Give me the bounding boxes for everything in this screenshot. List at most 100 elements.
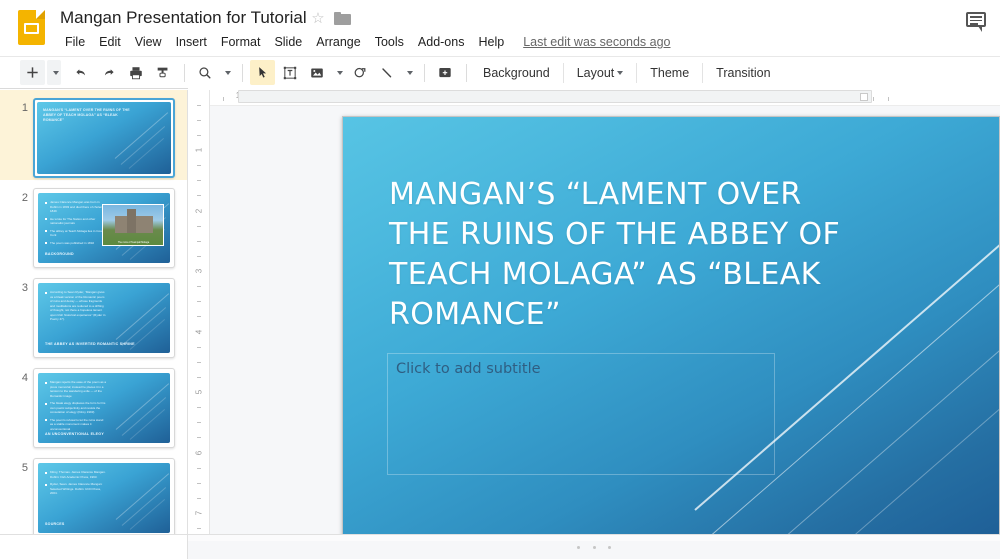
chevron-down-icon <box>617 70 624 75</box>
ruler-tick <box>197 301 201 303</box>
zoom-dropdown[interactable] <box>219 60 233 85</box>
subtitle-placeholder-text: Click to add subtitle <box>396 361 541 377</box>
speaker-notes-grip[interactable] <box>577 543 611 551</box>
thumbnail-bullet: He wrote for The Nation and other nation… <box>45 217 107 226</box>
filmstrip-slide-5[interactable]: 5 Kilroy, Thomas. James Clarence Mangan. … <box>0 450 187 540</box>
slide-filmstrip[interactable]: 1 MANGAN'S “LAMENT OVER THE RUINS OF THE … <box>0 90 188 559</box>
new-slide-dropdown[interactable] <box>47 60 61 85</box>
ruler-tick <box>197 407 201 409</box>
ruler-tick <box>197 240 201 242</box>
ruler-tick <box>873 97 875 101</box>
menu-item-help[interactable]: Help <box>471 33 511 51</box>
comment-icon[interactable] <box>966 12 988 32</box>
insert-image-dropdown[interactable] <box>331 60 345 85</box>
thumbnail-bullet: Kilroy, Thomas. James Clarence Mangan. D… <box>45 470 107 479</box>
undo-button[interactable] <box>69 60 94 85</box>
thumbnail-photo-caption: The ruins of Teampall Molaga <box>117 241 150 244</box>
chevron-down-icon <box>336 70 343 75</box>
redo-button[interactable] <box>96 60 121 85</box>
chevron-down-icon <box>406 70 413 75</box>
slide-thumbnail[interactable]: MANGAN'S “LAMENT OVER THE RUINS OF THE A… <box>33 98 175 178</box>
subtitle-placeholder-box[interactable]: Click to add subtitle <box>387 353 775 475</box>
thumbnail-bullet-list: Mangan rejects the ease of the poem as a… <box>45 380 107 434</box>
toolbar: Background Layout Theme Transition <box>0 56 1000 89</box>
filmstrip-slide-4[interactable]: 4 Mangan rejects the ease of the poem as … <box>0 360 187 450</box>
ruler-tick <box>888 97 890 101</box>
menu-item-view[interactable]: View <box>128 33 169 51</box>
menu-item-insert[interactable]: Insert <box>169 33 214 51</box>
paint-format-button[interactable] <box>150 60 175 85</box>
menu-item-edit[interactable]: Edit <box>92 33 128 51</box>
document-title[interactable]: Mangan Presentation for Tutorial <box>60 6 307 30</box>
menu-item-addons[interactable]: Add-ons <box>411 33 472 51</box>
toolbar-divider <box>242 63 243 82</box>
theme-button[interactable]: Theme <box>641 62 698 84</box>
menu-item-file[interactable]: File <box>58 33 92 51</box>
thumbnail-bullet-list: James Clarence Mangan was born in Dublin… <box>45 200 107 248</box>
background-button[interactable]: Background <box>474 62 559 84</box>
slide-thumbnail[interactable]: James Clarence Mangan was born in Dublin… <box>33 188 175 268</box>
add-comment-button[interactable] <box>432 60 457 85</box>
ruler-tick <box>197 104 201 106</box>
current-slide[interactable]: MANGAN’S “LAMENT OVER THE RUINS OF THE AB… <box>342 116 1000 534</box>
chevron-down-icon <box>224 70 231 75</box>
folder-icon[interactable] <box>334 12 351 25</box>
menu-item-slide[interactable]: Slide <box>267 33 309 51</box>
print-button[interactable] <box>123 60 148 85</box>
thumbnail-section-label: BACKGROUND <box>45 252 74 256</box>
bottom-bar <box>188 534 1000 559</box>
filmstrip-footer <box>0 534 188 559</box>
slide-thumbnail[interactable]: According to Sean Ryder, “Mangan gives u… <box>33 278 175 358</box>
slide-number: 2 <box>21 192 28 204</box>
thumbnail-section-label: THE ABBEY AS INVERTED ROMANTIC SHRINE <box>45 342 135 346</box>
thumbnail-title: MANGAN'S “LAMENT OVER THE RUINS OF THE A… <box>43 108 130 123</box>
last-edit-link[interactable]: Last edit was seconds ago <box>523 35 670 49</box>
slide-title-text[interactable]: MANGAN’S “LAMENT OVER THE RUINS OF THE AB… <box>389 175 867 335</box>
text-box-button[interactable] <box>277 60 302 85</box>
insert-image-button[interactable] <box>304 60 329 85</box>
slide-title-line: ROMANCE” <box>389 297 561 332</box>
toolbar-divider <box>702 62 704 83</box>
slide-canvas: MANGAN’S “LAMENT OVER THE RUINS OF THE AB… <box>210 106 1000 534</box>
toolbar-divider <box>636 62 638 83</box>
thumbnail-streak <box>115 293 170 340</box>
slide-title-line: THE RUINS OF THE ABBEY OF <box>389 217 841 252</box>
line-button[interactable] <box>374 60 399 85</box>
ruler-tick <box>197 195 201 197</box>
slide-number: 4 <box>21 372 28 384</box>
thumbnail-streak <box>115 473 170 520</box>
star-outline-icon[interactable]: ☆ <box>310 11 326 27</box>
transition-button[interactable]: Transition <box>707 62 779 84</box>
menu-item-arrange[interactable]: Arrange <box>309 33 367 51</box>
ruler-handle[interactable] <box>860 93 868 101</box>
new-slide-button[interactable] <box>20 60 45 85</box>
thumbnail-section-label: AN UNCONVENTIONAL ELEGY <box>45 432 104 436</box>
slide-thumbnail[interactable]: Kilroy, Thomas. James Clarence Mangan. D… <box>33 458 175 538</box>
thumbnail-photo-abbey-ruins: The ruins of Teampall Molaga <box>102 204 164 246</box>
ruler-tick <box>197 497 201 499</box>
menu-item-tools[interactable]: Tools <box>368 33 411 51</box>
ruler-tick-label: 2 <box>194 208 204 213</box>
google-slides-app: Mangan Presentation for Tutorial ☆ File … <box>0 0 1000 559</box>
thumbnail-canvas: MANGAN'S “LAMENT OVER THE RUINS OF THE A… <box>37 102 171 174</box>
ruler-tick <box>197 180 201 182</box>
slide-thumbnail[interactable]: Mangan rejects the ease of the poem as a… <box>33 368 175 448</box>
layout-button[interactable]: Layout <box>568 62 633 84</box>
menu-item-format[interactable]: Format <box>214 33 268 51</box>
notes-divider <box>188 535 1000 541</box>
ruler-tick <box>197 528 201 530</box>
ruler-indent-band[interactable] <box>238 90 872 103</box>
line-dropdown[interactable] <box>401 60 415 85</box>
filmstrip-slide-2[interactable]: 2 James Clarence Mangan was born in Dubli… <box>0 180 187 270</box>
zoom-button[interactable] <box>192 60 217 85</box>
google-slides-icon[interactable] <box>14 8 50 48</box>
ruler-tick <box>197 119 201 121</box>
ruler-tick <box>197 467 201 469</box>
filmstrip-slide-1[interactable]: 1 MANGAN'S “LAMENT OVER THE RUINS OF THE … <box>0 90 187 180</box>
select-tool-button[interactable] <box>250 60 275 85</box>
shape-button[interactable] <box>347 60 372 85</box>
thumbnail-canvas: According to Sean Ryder, “Mangan gives u… <box>38 283 170 353</box>
vertical-ruler[interactable]: 1 2 3 4 5 6 7 <box>188 90 210 559</box>
filmstrip-slide-3[interactable]: 3 According to Sean Ryder, “Mangan gives … <box>0 270 187 360</box>
toolbar-divider <box>562 62 564 83</box>
